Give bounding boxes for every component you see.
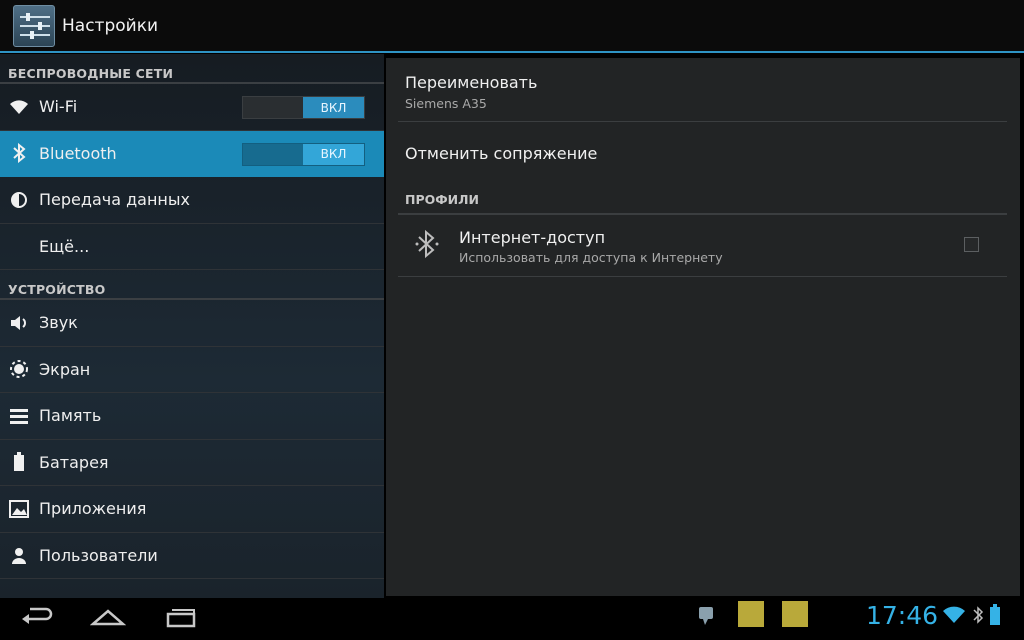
settings-item-sound[interactable]: Звук: [0, 300, 384, 347]
unpair-item[interactable]: Отменить сопряжение: [398, 122, 1007, 186]
settings-item-battery[interactable]: Батарея: [0, 440, 384, 486]
rename-title: Переименовать: [405, 73, 538, 92]
toggle-on-label: ВКЛ: [303, 143, 364, 165]
internet-access-profile[interactable]: Интернет-доступ Использовать для доступа…: [398, 215, 1007, 277]
settings-item-apps[interactable]: Приложения: [0, 486, 384, 533]
settings-item-label: Пользователи: [39, 545, 158, 565]
settings-item-label: Звук: [39, 313, 78, 333]
profiles-header: ПРОФИЛИ: [398, 192, 1007, 215]
settings-item-users[interactable]: Пользователи: [0, 533, 384, 579]
bluetooth-status-icon: [972, 606, 984, 628]
internet-access-subtitle: Использовать для доступа к Интернету: [459, 250, 723, 265]
battery-status-icon: [989, 604, 1001, 630]
system-bar: 17:46: [0, 598, 1024, 640]
settings-item-data-usage[interactable]: Передача данных: [0, 177, 384, 224]
settings-item-label: Экран: [39, 359, 91, 379]
action-bar: Настройки: [0, 0, 1024, 52]
bluetooth-icon: [8, 142, 30, 164]
back-button[interactable]: [20, 602, 54, 636]
settings-categories: БЕСПРОВОДНЫЕ СЕТИ Wi-Fi ВКЛ Bluetooth ВК…: [0, 54, 384, 598]
screenshot-notification-thumbnail[interactable]: [738, 601, 764, 627]
settings-item-label: Bluetooth: [39, 143, 117, 163]
internet-access-title: Интернет-доступ: [459, 228, 606, 247]
home-button[interactable]: [89, 602, 127, 636]
settings-item-bluetooth[interactable]: Bluetooth ВКЛ: [0, 130, 384, 177]
toggle-on-label: ВКЛ: [303, 97, 364, 118]
settings-item-label: Wi-Fi: [39, 97, 78, 117]
device-name: Siemens A35: [405, 96, 487, 111]
app-title: Настройки: [62, 16, 159, 36]
bluetooth-icon: [415, 229, 441, 263]
settings-item-label: Передача данных: [39, 190, 190, 210]
settings-item-storage[interactable]: Память: [0, 393, 384, 440]
action-bar-divider: [0, 51, 1024, 53]
section-header-wireless: БЕСПРОВОДНЫЕ СЕТИ: [0, 54, 384, 84]
recent-apps-button[interactable]: [164, 602, 198, 636]
storage-icon: [8, 405, 30, 427]
battery-icon: [8, 451, 30, 473]
data-usage-icon: [8, 189, 30, 211]
settings-item-label: Ещё...: [39, 236, 90, 256]
wifi-icon: [8, 96, 30, 118]
screenshot-notification-thumbnail[interactable]: [782, 601, 808, 627]
settings-item-label: Приложения: [39, 499, 147, 519]
section-header-device: УСТРОЙСТВО: [0, 270, 384, 300]
settings-item-label: Память: [39, 406, 102, 426]
users-icon: [8, 544, 30, 566]
bluetooth-toggle[interactable]: ВКЛ: [242, 142, 365, 166]
settings-item-display[interactable]: Экран: [0, 347, 384, 393]
settings-app-icon[interactable]: [13, 5, 55, 47]
bluetooth-device-details: Переименовать Siemens A35 Отменить сопря…: [386, 58, 1020, 596]
rename-item[interactable]: Переименовать Siemens A35: [398, 58, 1007, 122]
wifi-signal-icon: [942, 606, 966, 628]
volume-icon: [8, 312, 30, 334]
unpair-title: Отменить сопряжение: [405, 144, 598, 163]
clock[interactable]: 17:46: [866, 601, 938, 630]
brightness-icon: [8, 358, 30, 380]
settings-item-wifi[interactable]: Wi-Fi ВКЛ: [0, 84, 384, 131]
internet-access-checkbox[interactable]: [964, 237, 979, 252]
notification-icon[interactable]: [697, 603, 717, 631]
wifi-toggle[interactable]: ВКЛ: [242, 96, 365, 119]
apps-icon: [8, 498, 30, 520]
settings-item-more[interactable]: Ещё...: [0, 224, 384, 270]
settings-item-label: Батарея: [39, 452, 109, 472]
